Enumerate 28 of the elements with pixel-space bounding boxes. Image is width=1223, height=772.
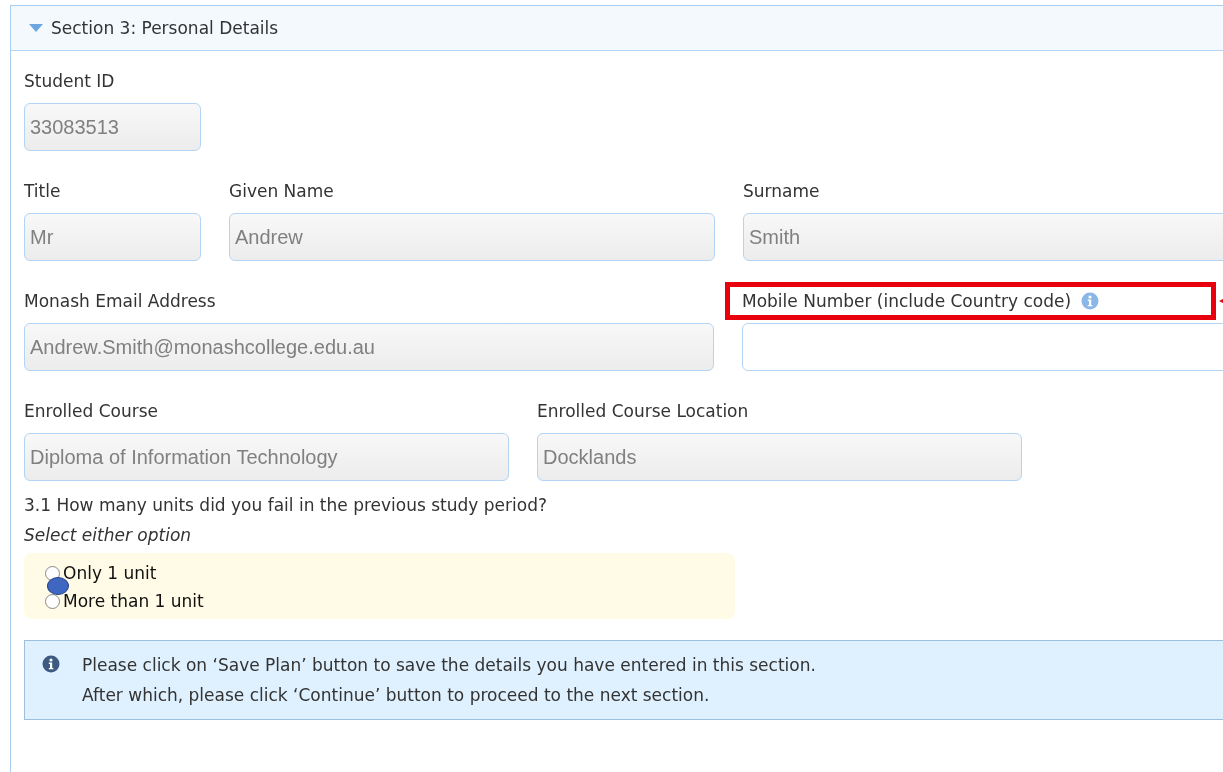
field-label: Given Name bbox=[229, 181, 334, 201]
text-field[interactable]: Diploma of Information Technology bbox=[24, 433, 509, 481]
question-text: 3.1 How many units did you fail in the previous study period? bbox=[24, 495, 548, 515]
radio-button[interactable] bbox=[45, 593, 60, 609]
field-label: Monash Email Address bbox=[24, 291, 216, 311]
section-header[interactable]: Section 3: Personal Details bbox=[11, 6, 1223, 51]
text-field[interactable]: Smith bbox=[743, 213, 1223, 261]
field-label: Title bbox=[24, 181, 61, 201]
text-field[interactable]: Docklands bbox=[537, 433, 1022, 481]
section-title: Section 3: Personal Details bbox=[51, 18, 279, 38]
field-label: Student ID bbox=[24, 71, 115, 91]
notice-text: Please click on ‘Save Plan’ button to save the details you have entered in this section. bbox=[82, 655, 816, 675]
field-label: Enrolled Course Location bbox=[537, 401, 749, 421]
radio-button[interactable] bbox=[45, 565, 60, 581]
field-label: Enrolled Course bbox=[24, 401, 158, 421]
text-field[interactable]: 33083513 bbox=[24, 103, 201, 151]
option-label[interactable]: More than 1 unit bbox=[63, 591, 204, 611]
text-field[interactable]: Andrew.Smith@monashcollege.edu.au bbox=[24, 323, 714, 371]
info-icon bbox=[42, 655, 60, 673]
caret-down-icon bbox=[29, 24, 43, 32]
field-label: Mobile Number (include Country code) bbox=[742, 291, 1072, 311]
hint-text: Select either option bbox=[24, 525, 193, 545]
field-label: Surname bbox=[743, 181, 820, 201]
option-label[interactable]: Only 1 unit bbox=[63, 563, 157, 583]
text-field[interactable]: Mr bbox=[24, 213, 201, 261]
text-field[interactable] bbox=[742, 323, 1223, 371]
notice-text: After which, please click ‘Continue’ button to proceed to the next section. bbox=[82, 685, 711, 705]
text-field[interactable]: Andrew bbox=[229, 213, 715, 261]
